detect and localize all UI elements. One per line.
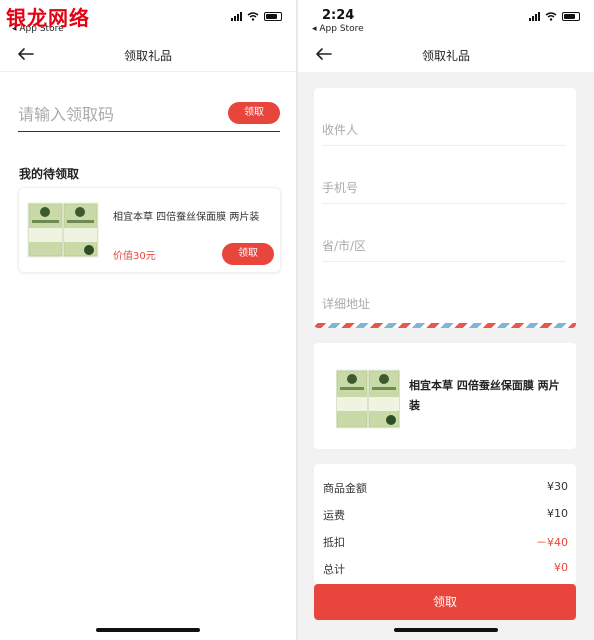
address-input[interactable] (322, 290, 566, 318)
page-title: 领取礼品 (421, 49, 470, 63)
signal-icon (529, 12, 540, 21)
home-indicator[interactable] (394, 628, 498, 632)
address-form-card (314, 88, 576, 328)
airmail-border (314, 323, 576, 328)
summary-value: －¥40 (536, 536, 568, 549)
summary-value: ¥30 (547, 480, 568, 493)
wifi-icon (247, 12, 259, 21)
home-indicator[interactable] (96, 628, 200, 632)
summary-row-discount: 抵扣 －¥40 (323, 534, 568, 550)
phone-field (322, 174, 566, 204)
watermark-logo: 银龙网络 (6, 6, 90, 30)
region-field (322, 232, 566, 262)
summary-value: ¥0 (554, 561, 568, 574)
address-field (322, 290, 566, 320)
redeem-code-button[interactable]: 领取 (228, 102, 280, 124)
pending-section-title: 我的待领取 (19, 167, 80, 181)
summary-row-goods: 商品金额 ¥30 (323, 480, 568, 496)
wifi-icon (545, 12, 557, 21)
status-icons (231, 12, 282, 21)
phone-input[interactable] (322, 174, 566, 202)
status-icons (529, 12, 580, 21)
gift-address-screen: 2:24 ◂ App Store 领取礼品 收件人 手机号 省/市/区 详细地址… (298, 0, 594, 640)
redeem-code-row: 领取 (18, 100, 280, 132)
redeem-code-input[interactable] (18, 100, 218, 128)
summary-value: ¥10 (547, 507, 568, 520)
summary-row-total: 总计 ¥0 (323, 561, 568, 577)
summary-label: 运费 (323, 509, 345, 522)
summary-label: 抵扣 (323, 536, 345, 549)
signal-icon (231, 12, 242, 21)
battery-icon (264, 12, 282, 21)
recipient-input[interactable] (322, 116, 566, 144)
back-to-app-store[interactable]: ◂ App Store (312, 24, 364, 34)
summary-row-shipping: 运费 ¥10 (323, 507, 568, 523)
product-image (27, 202, 99, 258)
product-name: 相宜本草 四倍蚕丝保面膜 两片装 (409, 379, 560, 412)
summary-label: 总计 (323, 563, 345, 576)
gift-name: 相宜本草 四倍蚕丝保面膜 两片装 (113, 212, 260, 223)
nav-bar: 领取礼品 (298, 36, 594, 72)
claim-gift-screen: ◂ App Store 银龙网络 领取礼品 领取 (0, 0, 296, 640)
pending-gift-card: 相宜本草 四倍蚕丝保面膜 两片装 价值30元 领取 (18, 187, 281, 273)
nav-bar: 领取礼品 (0, 38, 296, 72)
product-card: 相宜本草 四倍蚕丝保面膜 两片装 (314, 343, 576, 449)
battery-icon (562, 12, 580, 21)
status-time: 2:24 (322, 8, 355, 23)
status-bar: 2:24 ◂ App Store (298, 0, 594, 36)
region-input[interactable] (322, 232, 566, 260)
product-image (336, 369, 400, 429)
summary-label: 商品金额 (323, 482, 367, 495)
order-summary-card: 商品金额 ¥30 运费 ¥10 抵扣 －¥40 总计 ¥0 (314, 464, 576, 584)
app-root: ◂ App Store 银龙网络 领取礼品 领取 (0, 0, 594, 640)
page-title: 领取礼品 (123, 49, 172, 63)
gift-price: 价值30元 (113, 251, 156, 262)
recipient-field (322, 116, 566, 146)
claim-gift-button[interactable]: 领取 (222, 243, 274, 265)
submit-claim-button[interactable]: 领取 (314, 584, 576, 620)
